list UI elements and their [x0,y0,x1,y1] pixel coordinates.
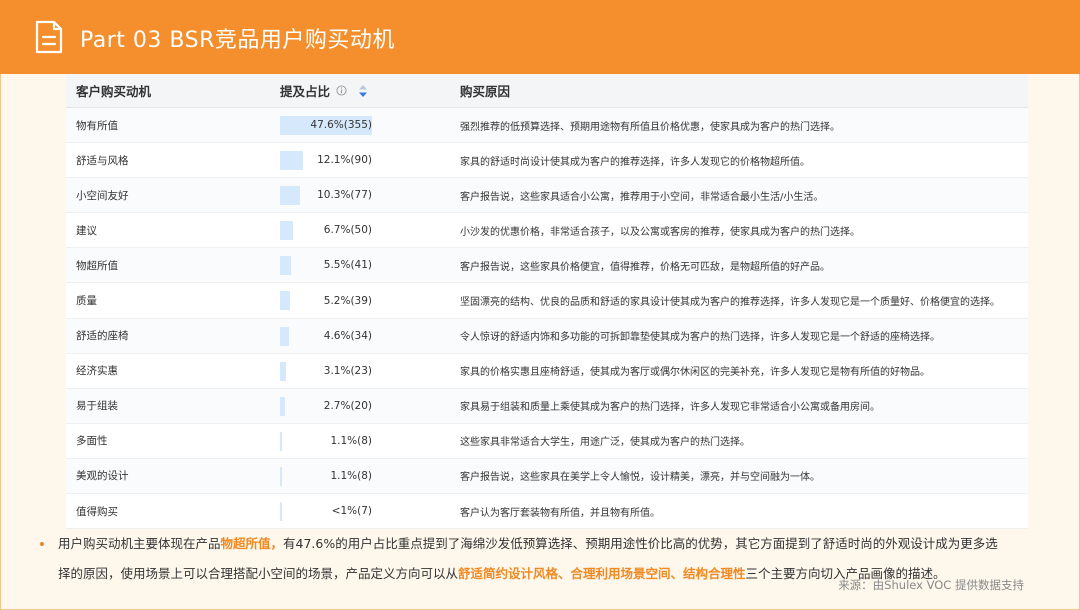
share-bar [280,502,282,522]
pct-value: 6.7%(50) [323,224,372,237]
pct-value: 1.1%(8) [330,434,372,447]
table-body: 物有所值 47.6%(355) 强烈推荐的低预算选择、预期用途物有所值且价格优惠，使… [66,108,1028,530]
col-header-pct-label: 提及占比 [280,84,331,99]
summary-highlight: 物超所值， [220,536,284,551]
share-bar [280,221,293,241]
pct-cell: 2.7%(20) [280,389,460,423]
share-bar [280,396,286,416]
summary-text: 择的原因，使用场景上可以合理搭配小空间的场景，产品定义方向可以从 [58,566,459,581]
motive-cell: 物有所值 [76,119,118,132]
bullet-dot [40,542,44,546]
reason-cell: 这些家具非常适合大学生，用途广泛，使其成为客户的热门选择。 [460,437,750,449]
table-row[interactable]: 多面性 1.1%(8) 这些家具非常适合大学生，用途广泛，使其成为客户的热门选择。 [66,424,1028,459]
pct-value: 10.3%(77) [317,189,372,202]
table-header: 客户购买动机 提及占比 购买原因 [66,74,1028,108]
pct-cell: 3.1%(23) [280,354,460,388]
summary-text: 有47.6%的用户占比重点提到了海绵沙发低预算选择、预期用途性价比高的优势，其它… [283,536,998,551]
reason-cell: 令人惊讶的舒适内饰和多功能的可拆卸靠垫使其成为客户的热门选择，许多人发现它是一个… [460,332,940,344]
info-icon[interactable] [336,85,347,96]
reason-cell: 家具的舒适时尚设计使其成为客户的推荐选择，许多人发现它的价格物超所值。 [460,156,810,168]
share-bar [280,431,283,451]
reason-cell: 强烈推荐的低预算选择、预期用途物有所值且价格优惠，使家具成为客户的热门选择。 [460,121,840,133]
sort-icon[interactable] [359,84,368,97]
page-title: Part 03 BSR竞品用户购买动机 [80,28,395,53]
pct-value: 5.2%(39) [323,294,372,307]
pct-cell: 5.5%(41) [280,248,460,282]
motive-cell: 舒适与风格 [76,154,129,167]
table-row[interactable]: 易于组装 2.7%(20) 家具易于组装和质量上乘使其成为客户的热门选择，许多人发现… [66,388,1028,424]
table-row[interactable]: 值得购买 <1%(7) 客户认为客厅套装物有所值，并且物有所值。 [66,494,1028,530]
reason-cell: 家具易于组装和质量上乘使其成为客户的热门选择，许多人发现它非常适合小公寓或备用房… [460,402,880,414]
col-header-motive: 客户购买动机 [76,84,152,99]
pct-cell: 5.2%(39) [280,283,460,317]
pct-value: 5.5%(41) [323,259,372,272]
share-bar [280,361,286,381]
pct-cell: 1.1%(8) [280,424,460,458]
pct-value: 4.6%(34) [323,329,372,342]
summary-text: 用户购买动机主要体现在产品 [58,536,221,551]
motive-cell: 小空间友好 [76,189,129,202]
motive-cell: 经济实惠 [76,365,118,378]
summary-line-2: 择的原因，使用场景上可以合理搭配小空间的场景，产品定义方向可以从舒适简约设计风格… [58,558,946,590]
pct-cell: 6.7%(50) [280,213,460,247]
share-bar [280,186,300,206]
reason-cell: 坚固漂亮的结构、优良的品质和舒适的家具设计使其成为客户的推荐选择，许多人发现它是… [460,297,1000,309]
motive-cell: 质量 [76,295,97,308]
table-row[interactable]: 物有所值 47.6%(355) 强烈推荐的低预算选择、预期用途物有所值且价格优惠，使… [66,108,1028,144]
motive-cell: 易于组装 [76,400,118,413]
pct-cell: <1%(7) [280,494,460,528]
table-row[interactable]: 美观的设计 1.1%(8) 客户报告说，这些家具在美学上令人愉悦，设计精美，漂亮，并… [66,458,1028,495]
table-row[interactable]: 质量 5.2%(39) 坚固漂亮的结构、优良的品质和舒适的家具设计使其成为客户的推荐… [66,283,1028,319]
reason-cell: 客户报告说，这些家具适合小公寓，推荐用于小空间，非常适合最小生活/小生活。 [460,191,824,203]
table-row[interactable]: 物超所值 5.5%(41) 客户报告说，这些家具价格便宜，值得推荐，价格无可匹敌，是… [66,248,1028,284]
motive-table: 客户购买动机 提及占比 购买原因 物有所值 47.6%(355) 强烈推荐的低预算选… [66,74,1028,530]
reason-cell: 客户报告说，这些家具价格便宜，值得推荐，价格无可匹敌，是物超所值的好产品。 [460,261,830,273]
pct-cell: 4.6%(34) [280,319,460,353]
reason-cell: 客户认为客厅套装物有所值，并且物有所值。 [460,507,660,519]
share-bar [280,151,304,171]
pct-cell: 10.3%(77) [280,178,460,212]
summary-line-1: 用户购买动机主要体现在产品物超所值，有47.6%的用户占比重点提到了海绵沙发低预… [58,528,998,560]
pct-value: 47.6%(355) [310,119,372,132]
reason-cell: 小沙发的优惠价格，非常适合孩子，以及公寓或客房的推荐，使家具成为客户的热门选择。 [460,226,860,238]
table-row[interactable]: 小空间友好 10.3%(77) 客户报告说，这些家具适合小公寓，推荐用于小空间，非常… [66,178,1028,214]
share-bar [280,326,289,346]
table-row[interactable]: 经济实惠 3.1%(23) 家具的价格实惠且座椅舒适，使其成为客厅或偶尔休闲区的完美… [66,354,1028,389]
summary-highlight: 舒适简约设计风格、合理利用场景空间、结构合理性 [458,566,746,581]
share-bar [280,256,291,276]
reason-cell: 家具的价格实惠且座椅舒适，使其成为客厅或偶尔休闲区的完美补充，许多人发现它是物有… [460,367,930,379]
motive-cell: 值得购买 [76,505,118,518]
pct-value: <1%(7) [331,505,372,518]
table-row[interactable]: 舒适与风格 12.1%(90) 家具的舒适时尚设计使其成为客户的推荐选择，许多人发现… [66,143,1028,179]
header-bar: Part 03 BSR竞品用户购买动机 [0,0,1080,74]
pct-cell: 47.6%(355) [280,108,460,142]
share-bar [280,466,283,486]
pct-cell: 1.1%(8) [280,459,460,493]
motive-cell: 舒适的座椅 [76,330,129,343]
pct-value: 2.7%(20) [323,399,372,412]
table-row[interactable]: 建议 6.7%(50) 小沙发的优惠价格，非常适合孩子，以及公寓或客房的推荐，使家具… [66,213,1028,249]
pct-value: 3.1%(23) [323,364,372,377]
reason-cell: 客户报告说，这些家具在美学上令人愉悦，设计精美，漂亮，并与空间融为一体。 [460,472,820,484]
source-note: 来源：由Shulex VOC 提供数据支持 [838,578,1024,592]
motive-cell: 建议 [76,224,97,237]
share-bar [280,291,291,311]
pct-value: 12.1%(90) [317,154,372,167]
col-header-reason: 购买原因 [460,84,511,99]
pct-value: 1.1%(8) [330,469,372,482]
motive-cell: 多面性 [76,435,108,448]
document-icon [35,20,63,54]
motive-cell: 物超所值 [76,259,118,272]
table-row[interactable]: 舒适的座椅 4.6%(34) 令人惊讶的舒适内饰和多功能的可拆卸靠垫使其成为客户的热… [66,318,1028,354]
pct-cell: 12.1%(90) [280,143,460,177]
motive-cell: 美观的设计 [76,470,129,483]
col-header-pct[interactable]: 提及占比 [280,81,460,100]
